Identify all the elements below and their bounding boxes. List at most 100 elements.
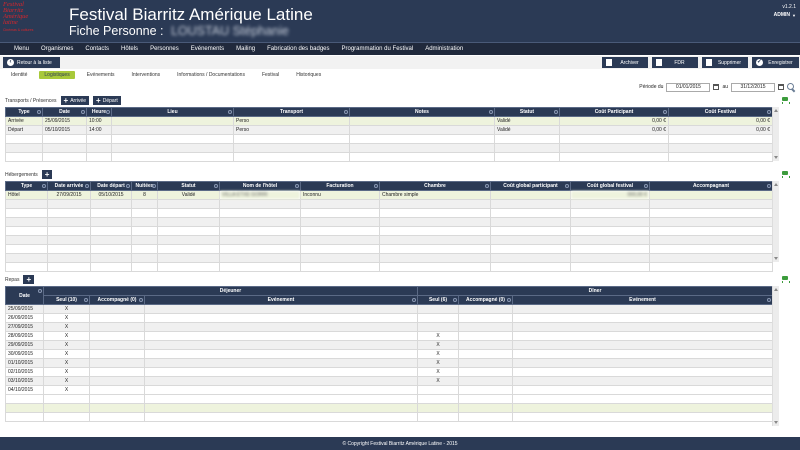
sort-icon[interactable] bbox=[214, 184, 218, 188]
fdr-button[interactable]: FDR bbox=[652, 57, 698, 68]
table-row[interactable]: 27/09/2015 X bbox=[5, 322, 773, 332]
column-header[interactable]: Seul (10) bbox=[43, 295, 90, 305]
nav-menu[interactable]: Menu bbox=[14, 46, 29, 52]
nav-mailing[interactable]: Mailing bbox=[236, 46, 255, 52]
column-header[interactable]: Coût Participant bbox=[559, 107, 669, 117]
column-header[interactable]: Nom de l'hôtel bbox=[219, 181, 301, 191]
sort-icon[interactable] bbox=[85, 184, 89, 188]
table-row[interactable]: 30/09/2015 X X bbox=[5, 349, 773, 359]
table-row[interactable]: Départ 05/10/2015 14:00 Perso Validé 0,0… bbox=[5, 125, 773, 135]
column-header[interactable]: Coût Festival bbox=[668, 107, 773, 117]
sort-icon[interactable] bbox=[565, 184, 569, 188]
column-header[interactable]: Evénement bbox=[512, 295, 773, 305]
column-header[interactable]: Statut bbox=[157, 181, 220, 191]
column-header[interactable]: Facturation bbox=[300, 181, 380, 191]
calendar-icon[interactable] bbox=[778, 84, 784, 90]
column-header[interactable]: Accompagnant bbox=[649, 181, 773, 191]
period-to-input[interactable]: 31/12/2015 bbox=[731, 82, 775, 92]
add-departure-button[interactable]: + Départ bbox=[93, 96, 121, 105]
tab-logistiques[interactable]: Logistiques bbox=[39, 71, 75, 79]
sort-icon[interactable] bbox=[37, 110, 41, 114]
sort-icon[interactable] bbox=[42, 184, 46, 188]
sort-icon[interactable] bbox=[767, 298, 771, 302]
sort-icon[interactable] bbox=[767, 110, 771, 114]
tab-evenements[interactable]: Evénements bbox=[82, 71, 120, 79]
sort-icon[interactable] bbox=[485, 184, 489, 188]
column-header[interactable]: Transport bbox=[233, 107, 350, 117]
cart-icon[interactable] bbox=[781, 171, 790, 178]
column-header[interactable]: Accompagné (0) bbox=[458, 295, 513, 305]
table-row[interactable]: Hôtel 27/09/2015 05/10/2015 8 Validé VIL… bbox=[5, 190, 773, 200]
transports-scrollbar[interactable] bbox=[772, 107, 779, 161]
table-row[interactable]: 26/09/2015 X bbox=[5, 313, 773, 323]
sort-icon[interactable] bbox=[81, 110, 85, 114]
sort-icon[interactable] bbox=[106, 110, 110, 114]
nav-organismes[interactable]: Organismes bbox=[41, 46, 73, 52]
scroll-up-icon[interactable] bbox=[774, 183, 778, 186]
sort-icon[interactable] bbox=[554, 110, 558, 114]
column-header[interactable]: Type bbox=[5, 107, 43, 117]
sort-icon[interactable] bbox=[295, 184, 299, 188]
table-row[interactable]: 03/10/2015 X X bbox=[5, 376, 773, 386]
user-menu[interactable]: ADMIN ▼ bbox=[774, 12, 796, 18]
cart-icon[interactable] bbox=[781, 276, 790, 283]
table-row[interactable]: 28/09/2015 X X bbox=[5, 331, 773, 341]
add-meal-button[interactable]: + bbox=[23, 275, 35, 284]
tab-informations[interactable]: Informations / Documentations bbox=[172, 71, 250, 79]
column-header[interactable]: Date bbox=[5, 286, 44, 305]
table-row[interactable]: 25/09/2015 X bbox=[5, 304, 773, 314]
repas-scrollbar[interactable] bbox=[772, 286, 779, 426]
sort-icon[interactable] bbox=[644, 184, 648, 188]
scroll-down-icon[interactable] bbox=[774, 257, 778, 260]
hebergements-scrollbar[interactable] bbox=[772, 181, 779, 262]
table-row[interactable]: Arrivée 25/09/2015 10:00 Perso Validé 0,… bbox=[5, 116, 773, 126]
sort-icon[interactable] bbox=[344, 110, 348, 114]
festival-logo[interactable]: Festival Biarritz Amérique latine Cinéma… bbox=[3, 1, 48, 33]
nav-contacts[interactable]: Contacts bbox=[85, 46, 109, 52]
scroll-down-icon[interactable] bbox=[774, 156, 778, 159]
tab-interventions[interactable]: Interventions bbox=[127, 71, 166, 79]
sort-icon[interactable] bbox=[412, 298, 416, 302]
sort-icon[interactable] bbox=[228, 110, 232, 114]
nav-hotels[interactable]: Hôtels bbox=[121, 46, 138, 52]
tab-festival[interactable]: Festival bbox=[257, 71, 284, 79]
search-icon[interactable] bbox=[787, 82, 796, 92]
scroll-up-icon[interactable] bbox=[774, 109, 778, 112]
column-header[interactable]: Lieu bbox=[111, 107, 234, 117]
table-row[interactable]: 02/10/2015 X X bbox=[5, 367, 773, 377]
add-arrival-button[interactable]: + Arrivée bbox=[60, 96, 90, 105]
table-row[interactable]: 04/10/2015 X bbox=[5, 385, 773, 395]
column-header[interactable]: Type bbox=[5, 181, 48, 191]
nav-administration[interactable]: Administration bbox=[425, 46, 463, 52]
tab-historiques[interactable]: Historiques bbox=[291, 71, 326, 79]
sort-icon[interactable] bbox=[453, 298, 457, 302]
sort-icon[interactable] bbox=[663, 110, 667, 114]
sort-icon[interactable] bbox=[152, 184, 156, 188]
scroll-up-icon[interactable] bbox=[774, 288, 778, 291]
add-accommodation-button[interactable]: + bbox=[41, 170, 53, 179]
nav-badges[interactable]: Fabrication des badges bbox=[267, 46, 329, 52]
column-header[interactable]: Heure bbox=[86, 107, 112, 117]
sort-icon[interactable] bbox=[84, 298, 88, 302]
nav-programmation[interactable]: Programmation du Festival bbox=[342, 46, 414, 52]
column-header[interactable]: Seul (6) bbox=[417, 295, 459, 305]
column-header[interactable]: Accompagné (0) bbox=[89, 295, 145, 305]
column-header[interactable]: Chambre bbox=[379, 181, 491, 191]
sort-icon[interactable] bbox=[489, 110, 493, 114]
archive-button[interactable]: Archiver bbox=[602, 57, 648, 68]
nav-evenements[interactable]: Evénements bbox=[191, 46, 224, 52]
back-to-list-button[interactable]: ‹ Retour à la liste bbox=[3, 57, 60, 68]
column-header[interactable]: Notes bbox=[349, 107, 495, 117]
period-from-input[interactable]: 01/01/2015 bbox=[666, 82, 711, 92]
column-header[interactable]: Evénement bbox=[144, 295, 418, 305]
tab-identite[interactable]: Identité bbox=[6, 71, 32, 79]
column-header[interactable]: Nuitées bbox=[131, 181, 158, 191]
column-header[interactable]: Coût global participant bbox=[490, 181, 571, 191]
scroll-down-icon[interactable] bbox=[774, 421, 778, 424]
delete-button[interactable]: Supprimer bbox=[702, 57, 748, 68]
column-header[interactable]: Coût global festival bbox=[570, 181, 650, 191]
table-row[interactable]: 29/09/2015 X X bbox=[5, 340, 773, 350]
cart-icon[interactable] bbox=[781, 97, 790, 104]
save-button[interactable]: ✓ Enregistrer bbox=[752, 57, 799, 68]
sort-icon[interactable] bbox=[38, 289, 42, 293]
